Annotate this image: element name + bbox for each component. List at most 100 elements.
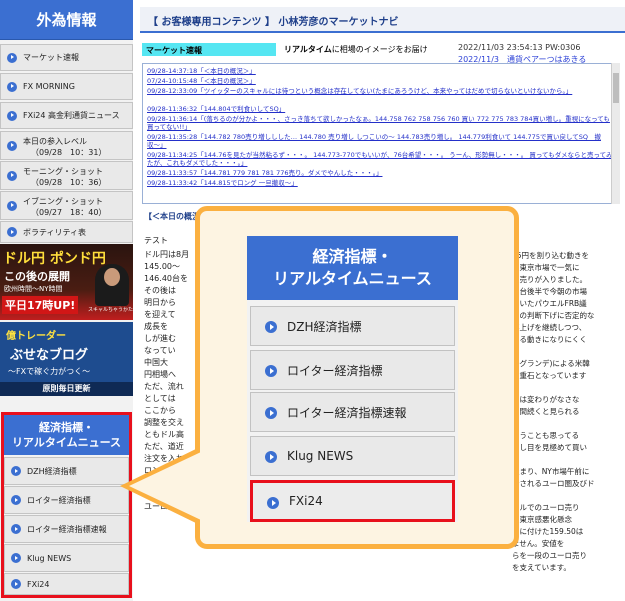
sidebar-box-item-fxi24[interactable]: FXi24 bbox=[4, 573, 129, 595]
article-line-right: の東京感悪化懸念 bbox=[512, 515, 572, 524]
sidebar-item-market-flash[interactable]: マーケット速報 bbox=[0, 44, 133, 71]
sidebar-item-volatility[interactable]: ボラティリティ表 bbox=[0, 221, 133, 243]
callout-item-label: ロイター経済指標 bbox=[287, 363, 383, 378]
callout-header-line1: 経済指標・ bbox=[312, 247, 393, 266]
news-item[interactable]: 09/28-11:36:32「144.804で利食いしてSQ」 bbox=[147, 105, 613, 113]
sidebar-item-label: Klug NEWS bbox=[27, 553, 72, 563]
sidebar-item-fxi24-news[interactable]: FXi24 高金利通貨ニュース bbox=[0, 102, 133, 129]
article-line: なってい bbox=[144, 346, 176, 355]
ad-banner-usdjpy[interactable]: ドル円 ポンド円 この後の展開 欧州時間〜NY時間 平日17時UP! スキャルち… bbox=[0, 244, 133, 320]
realtime-bold: リアルタイム bbox=[284, 45, 332, 54]
sidebar-item-label: 本日の参入レベル bbox=[23, 137, 87, 146]
play-arrow-icon bbox=[265, 365, 277, 377]
article-line-right: を支えています。 bbox=[512, 563, 571, 572]
play-arrow-icon bbox=[7, 110, 17, 121]
play-arrow-icon bbox=[265, 321, 277, 333]
news-feed: 09/28-14:37:18「＜本日の概況＞」 07/24-10:15:48「＜… bbox=[142, 63, 620, 204]
news-item[interactable]: 09/28-12:33:09「ツイッターのスキャルには待つという概念は存在してな… bbox=[147, 87, 613, 103]
play-arrow-icon bbox=[11, 553, 21, 563]
ad-update: 平日17時UP! bbox=[2, 296, 79, 314]
ad-time: 欧州時間〜NY時間 bbox=[4, 285, 63, 293]
article-line-right: 強まり、NY市場午前に bbox=[512, 467, 590, 476]
article-line-right: 日東京市場で一気に bbox=[512, 263, 580, 272]
ad-caption: スキャルちゃうかた bbox=[88, 307, 133, 313]
article-line-right: 円売りが入りました。 bbox=[512, 275, 587, 284]
play-arrow-icon bbox=[11, 524, 21, 534]
play-arrow-icon bbox=[265, 407, 277, 419]
play-arrow-icon bbox=[7, 170, 17, 181]
callout-item-label: Klug NEWS bbox=[287, 449, 354, 463]
sidebar-item-entry-level[interactable]: 本日の参入レベル （09/28 10：31） bbox=[0, 131, 133, 160]
sidebar-box-item-dzh[interactable]: DZH経済指標 bbox=[4, 457, 129, 485]
callout-item-reuters[interactable]: ロイター経済指標 bbox=[250, 350, 455, 390]
article-line: 円相場へ bbox=[144, 370, 176, 379]
ad-subhead: この後の展開 bbox=[4, 270, 70, 283]
callout-pointer-inner bbox=[129, 452, 201, 520]
sidebar-item-label: FX MORNING bbox=[23, 82, 75, 91]
article-line-right: ていたパウエルFRB議 bbox=[512, 299, 587, 308]
sidebar-box-header-line1: 経済指標・ bbox=[39, 421, 94, 434]
callout-economic-news-panel: 経済指標・ リアルタイムニュース DZH経済指標 ロイター経済指標 ロイター経済… bbox=[247, 236, 458, 522]
sidebar-item-date: （09/28 10：31） bbox=[31, 148, 107, 157]
article-line: 成長を bbox=[144, 322, 168, 331]
article-subhead: テスト bbox=[144, 236, 168, 245]
sidebar-box-header: 経済指標・ リアルタイムニュース bbox=[4, 415, 129, 455]
sidebar-item-label: FXi24 高金利通貨ニュース bbox=[23, 111, 120, 120]
callout-item-fxi24[interactable]: FXi24 bbox=[250, 480, 455, 522]
play-arrow-icon bbox=[7, 52, 17, 63]
scrollbar-thumb[interactable] bbox=[613, 73, 619, 103]
sidebar-item-fx-morning[interactable]: FX MORNING bbox=[0, 73, 133, 100]
sidebar-item-label: ボラティリティ表 bbox=[23, 227, 87, 237]
sidebar-box-item-reuters[interactable]: ロイター経済指標 bbox=[4, 486, 129, 514]
article-line: 調整を交え bbox=[144, 418, 184, 427]
article-line: しが進む bbox=[144, 334, 176, 343]
article-line-right: に重石となっています bbox=[512, 371, 587, 380]
sidebar-item-morning-shot[interactable]: モーニング・ショット （09/28 10：36） bbox=[0, 161, 133, 190]
play-arrow-icon bbox=[11, 579, 21, 589]
article-line: ここから bbox=[144, 406, 176, 415]
article-line: ともドル高 bbox=[144, 430, 184, 439]
article-line: としては bbox=[144, 394, 176, 403]
news-item[interactable]: 09/28-11:34:25「144.76を見たが当然粘るず・・・。 144.7… bbox=[147, 151, 613, 167]
person-photo-icon bbox=[95, 264, 129, 306]
ad-tagline: 〜FXで稼ぐ力がつく〜 bbox=[8, 367, 91, 376]
news-item[interactable]: 09/28-11:36:14「(落ちるのが分かよ・・・、さっき落ちて欲しかったな… bbox=[147, 115, 613, 131]
ad-banner-blog[interactable]: 億トレーダー ぶせなブログ 〜FXで稼ぐ力がつく〜 原則毎日更新 bbox=[0, 322, 133, 396]
article-line-right: いうことも思ってる bbox=[512, 431, 580, 440]
sidebar-item-label: DZH経済指標 bbox=[27, 466, 77, 476]
sidebar: 外為情報 マーケット速報 FX MORNING FXi24 高金利通貨ニュース … bbox=[0, 0, 133, 601]
news-item[interactable]: 09/28-14:37:18「＜本日の概況＞」 bbox=[147, 67, 613, 75]
article-line: を迎えて bbox=[144, 310, 176, 319]
article-line-right: 45円を割り込む動きを bbox=[512, 251, 590, 260]
datetime-readout: 2022/11/03 23:54:13 PW:0306 bbox=[458, 43, 581, 52]
news-item[interactable]: 09/28-11:33:42「144.815でロング 一旦撤収〜」 bbox=[147, 179, 613, 187]
sidebar-item-evening-shot[interactable]: イブニング・ショット （09/27 18：40） bbox=[0, 191, 133, 220]
article-line-right: 落上げを継続しつつ、 bbox=[512, 323, 587, 332]
news-item[interactable]: 09/28-11:33:57「144.781 779 781 781 776売り… bbox=[147, 169, 613, 177]
article-line: 明日から bbox=[144, 298, 176, 307]
sidebar-item-label: マーケット速報 bbox=[23, 53, 79, 62]
callout-item-reuters-flash[interactable]: ロイター経済指標速報 bbox=[250, 392, 455, 432]
sidebar-box-item-klug[interactable]: Klug NEWS bbox=[4, 544, 129, 572]
callout-item-label: ロイター経済指標速報 bbox=[287, 405, 407, 420]
sidebar-box-item-reuters-flash[interactable]: ロイター経済指標速報 bbox=[4, 515, 129, 543]
ad-footer: 原則毎日更新 bbox=[0, 382, 133, 396]
article-line-right: ません。安値を bbox=[512, 539, 565, 548]
news-item[interactable]: 07/24-10:15:48「＜本日の概況＞」 bbox=[147, 77, 613, 85]
news-scrollbar[interactable] bbox=[611, 63, 620, 204]
article-line-right: 測の判断下げに否定的な bbox=[512, 311, 595, 320]
sidebar-item-label: イブニング・ショット bbox=[23, 197, 103, 206]
ad-headline: ドル円 ポンド円 bbox=[3, 251, 106, 267]
article-line-right: 計されるユーロ圏及びド bbox=[512, 479, 595, 488]
sidebar-item-date: （09/28 10：36） bbox=[31, 178, 107, 187]
news-item[interactable]: 09/28-11:35:28「144.782 780売り増ししした… 144.7… bbox=[147, 133, 613, 149]
ad-title: ぶせなブログ bbox=[10, 348, 89, 363]
callout-item-dzh[interactable]: DZH経済指標 bbox=[250, 306, 455, 346]
play-arrow-icon bbox=[7, 227, 17, 237]
callout-item-klug[interactable]: Klug NEWS bbox=[250, 436, 455, 476]
callout-item-label: DZH経済指標 bbox=[287, 319, 362, 334]
realtime-rest: に相場のイメージをお届け bbox=[331, 45, 428, 54]
page-title: 【 お客様専用コンテンツ 】 小林芳彦のマーケットナビ bbox=[140, 7, 625, 33]
sidebar-item-label: FXi24 bbox=[27, 579, 50, 589]
article-line: 145.00〜 bbox=[144, 262, 180, 271]
